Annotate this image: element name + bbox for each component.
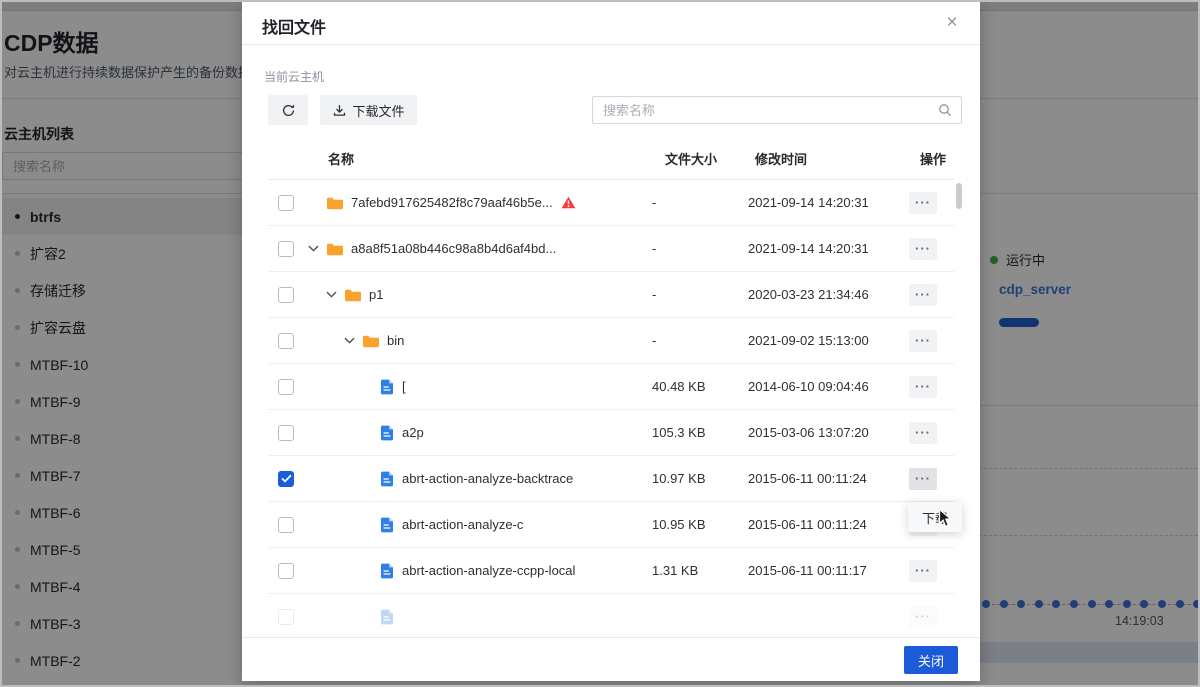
row-more-button[interactable]: ··· bbox=[909, 422, 937, 444]
file-size: - bbox=[637, 195, 737, 210]
file-icon bbox=[380, 563, 394, 579]
table-row: abrt-action-analyze-backtrace 10.97 KB201… bbox=[268, 456, 954, 502]
row-more-button[interactable]: ··· bbox=[909, 376, 937, 398]
row-more-button[interactable]: ··· bbox=[909, 192, 937, 214]
toolbar: 下载文件 bbox=[268, 95, 962, 125]
file-modified: 2021-09-02 15:13:00 bbox=[737, 333, 905, 348]
row-more-button[interactable]: ··· bbox=[909, 468, 937, 490]
file-name: p1 bbox=[369, 287, 383, 302]
file-name: abrt-action-analyze-backtrace bbox=[402, 471, 573, 486]
file-modified: 2015-06-11 00:11:24 bbox=[737, 517, 905, 532]
table-row: 7afebd917625482f8c79aaf46b5e... -2021-09-… bbox=[268, 180, 954, 226]
row-checkbox[interactable] bbox=[278, 471, 294, 487]
table-row: ··· bbox=[268, 594, 954, 637]
row-checkbox[interactable] bbox=[278, 609, 294, 625]
file-icon bbox=[380, 609, 394, 625]
file-name: 7afebd917625482f8c79aaf46b5e... bbox=[351, 195, 553, 210]
refresh-button[interactable] bbox=[268, 95, 308, 125]
table-row: p1 -2020-03-23 21:34:46 ··· bbox=[268, 272, 954, 318]
file-size: - bbox=[637, 287, 737, 302]
chevron-down-icon[interactable] bbox=[308, 245, 326, 252]
file-icon bbox=[380, 379, 394, 395]
column-name: 名称 bbox=[308, 149, 637, 168]
file-search bbox=[592, 96, 962, 124]
file-size: 105.3 KB bbox=[637, 425, 737, 440]
table-row: a2p 105.3 KB2015-03-06 13:07:20 ··· bbox=[268, 410, 954, 456]
table-row: bin -2021-09-02 15:13:00 ··· bbox=[268, 318, 954, 364]
file-icon bbox=[380, 425, 394, 441]
folder-icon bbox=[362, 334, 379, 348]
file-name: bin bbox=[387, 333, 404, 348]
file-table-header: 名称 文件大小 修改时间 操作 bbox=[268, 138, 954, 180]
table-row: [40.48 KB2014-06-10 09:04:46 ··· bbox=[268, 364, 954, 410]
file-name: a8a8f51a08b446c98a8b4d6af4bd... bbox=[351, 241, 556, 256]
row-checkbox[interactable] bbox=[278, 333, 294, 349]
folder-icon bbox=[326, 242, 343, 256]
file-table-body: 7afebd917625482f8c79aaf46b5e...-2021-09-… bbox=[268, 180, 954, 637]
row-checkbox[interactable] bbox=[278, 425, 294, 441]
chevron-down-icon[interactable] bbox=[326, 291, 344, 298]
file-size: 10.97 KB bbox=[637, 471, 737, 486]
file-modified: 2021-09-14 14:20:31 bbox=[737, 195, 905, 210]
file-size: - bbox=[637, 241, 737, 256]
row-checkbox[interactable] bbox=[278, 563, 294, 579]
download-files-label: 下载文件 bbox=[352, 101, 404, 120]
file-name: abrt-action-analyze-ccpp-local bbox=[402, 563, 575, 578]
background-page: CDP数据 对云主机进行持续数据保护产生的备份数据，存放 云主机列表 btrfs… bbox=[2, 2, 1198, 685]
file-size: 40.48 KB bbox=[637, 379, 737, 394]
search-icon bbox=[937, 102, 953, 123]
recover-files-modal: 找回文件 × 当前云主机 下载文件 bbox=[242, 2, 980, 681]
modal-title: 找回文件 bbox=[262, 14, 326, 38]
file-name: [ bbox=[402, 379, 406, 394]
row-checkbox[interactable] bbox=[278, 195, 294, 211]
close-button[interactable]: 关闭 bbox=[904, 646, 958, 674]
file-icon bbox=[380, 471, 394, 487]
file-name: abrt-action-analyze-c bbox=[402, 517, 523, 532]
row-checkbox[interactable] bbox=[278, 517, 294, 533]
row-checkbox[interactable] bbox=[278, 241, 294, 257]
file-modified: 2021-09-14 14:20:31 bbox=[737, 241, 905, 256]
file-name: a2p bbox=[402, 425, 424, 440]
close-icon[interactable]: × bbox=[940, 11, 964, 35]
current-host-label: 当前云主机 bbox=[264, 68, 324, 85]
file-modified: 2020-03-23 21:34:46 bbox=[737, 287, 905, 302]
column-size: 文件大小 bbox=[637, 149, 737, 168]
row-more-button[interactable]: ··· bbox=[909, 330, 937, 352]
table-row: a8a8f51a08b446c98a8b4d6af4bd... -2021-09-… bbox=[268, 226, 954, 272]
file-search-input[interactable] bbox=[592, 96, 962, 124]
file-modified: 2015-06-11 00:11:24 bbox=[737, 471, 905, 486]
folder-icon bbox=[344, 288, 361, 302]
mouse-cursor bbox=[938, 508, 953, 534]
modal-header: 找回文件 × bbox=[242, 2, 980, 45]
modal-footer: 关闭 bbox=[242, 637, 980, 681]
column-action: 操作 bbox=[905, 149, 954, 168]
table-row: abrt-action-analyze-c 10.95 KB2015-06-11 … bbox=[268, 502, 954, 548]
action-menu-download[interactable]: 下载 bbox=[908, 502, 962, 532]
file-modified: 2014-06-10 09:04:46 bbox=[737, 379, 905, 394]
folder-icon bbox=[326, 196, 343, 210]
file-modified: 2015-06-11 00:11:17 bbox=[737, 563, 905, 578]
chevron-down-icon[interactable] bbox=[344, 337, 362, 344]
file-modified: 2015-03-06 13:07:20 bbox=[737, 425, 905, 440]
download-files-button[interactable]: 下载文件 bbox=[320, 95, 417, 125]
column-modified: 修改时间 bbox=[737, 149, 905, 168]
table-row: abrt-action-analyze-ccpp-local 1.31 KB201… bbox=[268, 548, 954, 594]
download-icon bbox=[333, 104, 346, 117]
row-more-button[interactable]: ··· bbox=[909, 284, 937, 306]
row-more-button[interactable]: ··· bbox=[909, 606, 937, 628]
row-more-button[interactable]: ··· bbox=[909, 560, 937, 582]
file-size: 1.31 KB bbox=[637, 563, 737, 578]
file-icon bbox=[380, 517, 394, 533]
refresh-icon bbox=[281, 103, 296, 118]
scrollbar-thumb[interactable] bbox=[956, 183, 962, 209]
row-checkbox[interactable] bbox=[278, 379, 294, 395]
file-size: 10.95 KB bbox=[637, 517, 737, 532]
row-more-button[interactable]: ··· bbox=[909, 238, 937, 260]
row-checkbox[interactable] bbox=[278, 287, 294, 303]
file-size: - bbox=[637, 333, 737, 348]
warning-icon bbox=[561, 196, 576, 209]
